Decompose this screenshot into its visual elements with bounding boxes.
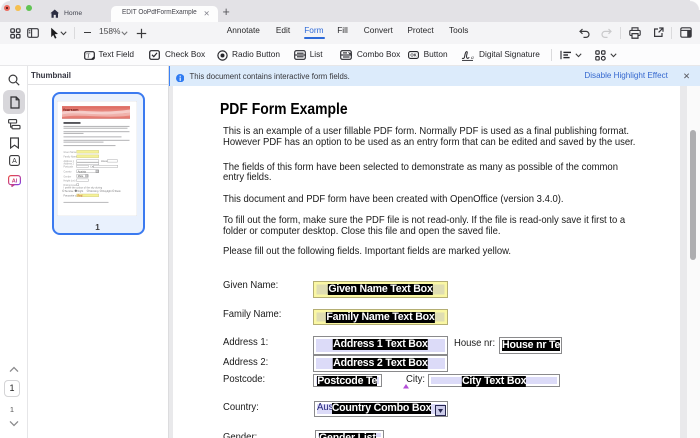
svg-text:Height (cm): Height (cm) xyxy=(64,180,76,183)
svg-text:A: A xyxy=(12,158,17,165)
svg-text:Male: Male xyxy=(78,174,84,178)
svg-text:T: T xyxy=(86,52,90,59)
svg-text:Gender: Gender xyxy=(64,176,72,179)
svg-text:Night: Night xyxy=(77,190,83,193)
svg-text:Sunrise: Sunrise xyxy=(65,190,74,193)
svg-text:OK: OK xyxy=(410,53,416,58)
svg-text:Address 1: Address 1 xyxy=(64,160,75,163)
svg-text:Address 2: Address 2 xyxy=(64,163,75,166)
svg-text:Given Name: Given Name xyxy=(64,152,77,154)
svg-text:foursom: foursom xyxy=(63,108,79,112)
svg-text:Dusk: Dusk xyxy=(115,190,121,193)
svg-text:Daylight: Daylight xyxy=(102,190,111,193)
svg-text:Country: Country xyxy=(64,171,73,174)
svg-text:Postcode: Postcode xyxy=(64,166,74,169)
svg-text:AI: AI xyxy=(12,178,18,184)
svg-text:Family Name: Family Name xyxy=(64,157,78,159)
svg-text:Morning: Morning xyxy=(89,190,99,193)
svg-text:Austria: Austria xyxy=(78,170,87,174)
svg-text:a: a xyxy=(471,55,474,61)
svg-text:Red: Red xyxy=(78,194,83,198)
